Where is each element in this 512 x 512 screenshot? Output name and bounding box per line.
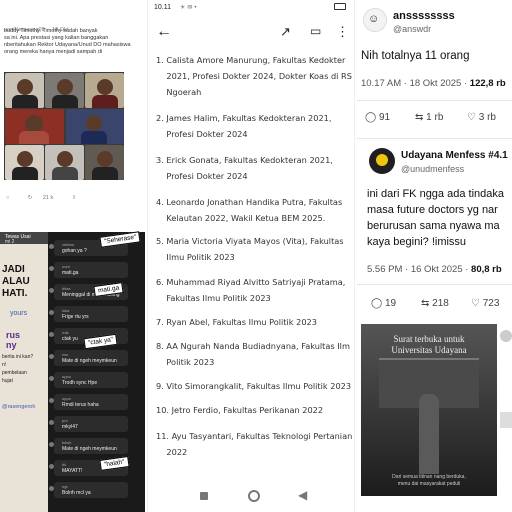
post-text: buddy Timothy. Timothy sudah banyak sa i…: [4, 28, 144, 56]
tweet-line: kaya begini? !imissu: [367, 236, 467, 248]
battery-icon: [334, 3, 346, 10]
list-item: 3. Erick Gonata, Fakultas Kedokteran 202…: [156, 155, 333, 181]
image-title: Universitas Udayana: [391, 345, 467, 355]
chat-message: oppo Rmdi terus haha: [54, 394, 128, 410]
list-item: 1. Calista Amore Manurung, Fakultas Kedo…: [156, 55, 352, 97]
tweet-author-name[interactable]: Udayana Menfess #4.1: [401, 150, 508, 161]
list-item: 10. Jetro Ferdio, Fakultas Perikanan 202…: [156, 405, 324, 415]
video-tile: [5, 73, 44, 108]
image-caption: menu dai masyarakat peduli: [397, 481, 461, 487]
post-actions: ○ ↻ 21 k ⇧: [6, 186, 76, 204]
list-item: 4. Leonardo Jonathan Handika Putra, Faku…: [156, 197, 343, 223]
headline-line: pembelaan: [2, 370, 27, 376]
headline-line: rus: [6, 330, 21, 340]
headline-line: n!: [2, 362, 7, 368]
person-silhouette: [419, 394, 439, 474]
list-item: 11. Ayu Tasyantari, Fakultas Teknologi P…: [156, 431, 353, 457]
headline-line: yours: [10, 310, 28, 317]
collage: uaniNerpaung09 18 Okt buddy Timothy. Tim…: [0, 0, 512, 512]
video-tile: [85, 73, 124, 108]
like-button[interactable]: ♡ 3 rb: [467, 112, 496, 123]
cat-icon: ☺: [368, 13, 380, 25]
share-icon[interactable]: ⇧: [72, 195, 77, 201]
chat-message: oom mati.ga: [54, 262, 128, 278]
video-call-image: [4, 72, 124, 180]
chat-message: ngr Bolnh mcl ya: [54, 482, 128, 498]
like-button[interactable]: ♡ 723: [471, 298, 499, 309]
headline-line: HATI.: [2, 288, 28, 299]
video-tile: [66, 109, 124, 144]
video-tile-speaker: [5, 109, 64, 144]
share-icon[interactable]: ↗: [280, 24, 291, 40]
tweet-author-handle: @unudmenfess: [401, 164, 465, 174]
tweet-line: masa future doctors yg nar: [367, 204, 498, 216]
list-item: 9. Vito Simorangkalit, Fakultas Ilmu Pol…: [156, 381, 352, 391]
chat-screenshot: Tewas Usai mi 2 JADI ALAU HATI. yours ru…: [0, 231, 145, 512]
tweet-meta: 5.56 PM · 16 Okt 2025 · 80,8 rb: [367, 264, 502, 275]
nav-home-button[interactable]: [248, 490, 260, 502]
post-line: buddy Timothy. Timothy sudah banyak: [4, 28, 98, 34]
tweet-line: ini dari FK ngga ada tindaka: [367, 188, 504, 200]
post-line: orang mereka hanya menjadi sampah di: [4, 49, 103, 55]
headline-line: berita ini kan?: [2, 354, 34, 360]
more-icon[interactable]: ⋮: [336, 24, 349, 40]
sidebar-thumbnail[interactable]: [500, 412, 512, 428]
video-tile: [85, 145, 124, 180]
list-item: 8. AA Ngurah Nanda Budiadnyana, Fakultas…: [156, 341, 350, 367]
post-line: sa ini. Apa prestasi yang kalian banggak…: [4, 35, 109, 41]
list-item: 6. Muhammad Riyad Alvitto Satriyaji Prat…: [156, 277, 346, 303]
chat-message: xxo Mate di ngeh meymkeun: [54, 350, 128, 366]
chat-message: oppo Trodh sync Hpe: [54, 372, 128, 388]
chat-message: pro mkyl47: [54, 416, 128, 432]
video-tile: [45, 145, 84, 180]
repost-icon[interactable]: ↻: [28, 195, 33, 201]
tweet-text: Nih totalnya 11 orang: [361, 50, 470, 62]
like-count[interactable]: 21 k: [43, 195, 53, 201]
smiley-icon: [376, 154, 388, 166]
post-line: nberitahukan Rektor Udayana/Unud DO maha…: [4, 42, 131, 48]
headline-line: ALAU: [2, 276, 30, 287]
list-item: 7. Ryan Abel, Fakultas Ilmu Politik 2023: [156, 317, 317, 327]
tweet-image[interactable]: Surat terbuka untuk Universitas Udayana …: [361, 324, 497, 496]
image-title: Surat terbuka untuk: [393, 334, 465, 344]
tweet-line: berurusan sama nyawa ma: [367, 220, 500, 232]
list-item: 5. Maria Victoria Viyata Mayos (Vita), F…: [156, 236, 344, 262]
headline-line: hujat: [2, 378, 13, 384]
back-arrow-icon[interactable]: ←: [156, 23, 172, 41]
chat-header-sub: mi 2: [5, 239, 15, 245]
chat-message: luka Frige rtu yrs: [54, 306, 128, 322]
nav-back-button[interactable]: ◀: [298, 488, 307, 502]
tweet-meta: 10.17 AM · 18 Okt 2025 · 122,8 rb: [361, 78, 506, 89]
reply-button[interactable]: ◯ 19: [371, 298, 396, 309]
avatar[interactable]: [500, 330, 512, 342]
tweet-author-name[interactable]: anssssssss: [393, 10, 455, 22]
nav-recents-button[interactable]: [200, 492, 208, 500]
reply-button[interactable]: ◯ 91: [365, 112, 390, 123]
list-item: 2. James Halim, Fakultas Kedokteran 2021…: [156, 113, 332, 139]
news-panel: Tewas Usai mi 2 JADI ALAU HATI. yours ru…: [0, 232, 48, 512]
status-time: 10.11: [154, 4, 171, 11]
video-tile: [5, 145, 44, 180]
shirt-icon[interactable]: ▭: [310, 24, 321, 38]
left-screenshot: uaniNerpaung09 18 Okt buddy Timothy. Tim…: [0, 0, 145, 512]
retweet-button[interactable]: ⇆ 218: [421, 298, 449, 309]
headline-line: ny: [6, 340, 17, 350]
headline-line: @rasengeroh: [2, 404, 36, 410]
notes-screenshot: 10.11 ☀✉• ← ↗ ▭ ⋮ 1. Calista Amore Manur…: [147, 0, 355, 512]
status-icons: ☀✉•: [180, 5, 199, 11]
tweet-author-handle: @answdr: [393, 24, 432, 34]
video-tile: [45, 73, 84, 108]
retweet-button[interactable]: ⇆ 1 rb: [415, 112, 443, 123]
comment-icon[interactable]: ○: [6, 195, 9, 201]
headline-line: JADI: [2, 264, 25, 275]
chat-message: fulish Mate di ngeh meymkeun: [54, 438, 128, 454]
tweet-screenshot: ☺ anssssssss @answdr Nih totalnya 11 ora…: [357, 0, 512, 512]
image-caption: Dari semua titinan nang berduka,: [392, 474, 466, 480]
